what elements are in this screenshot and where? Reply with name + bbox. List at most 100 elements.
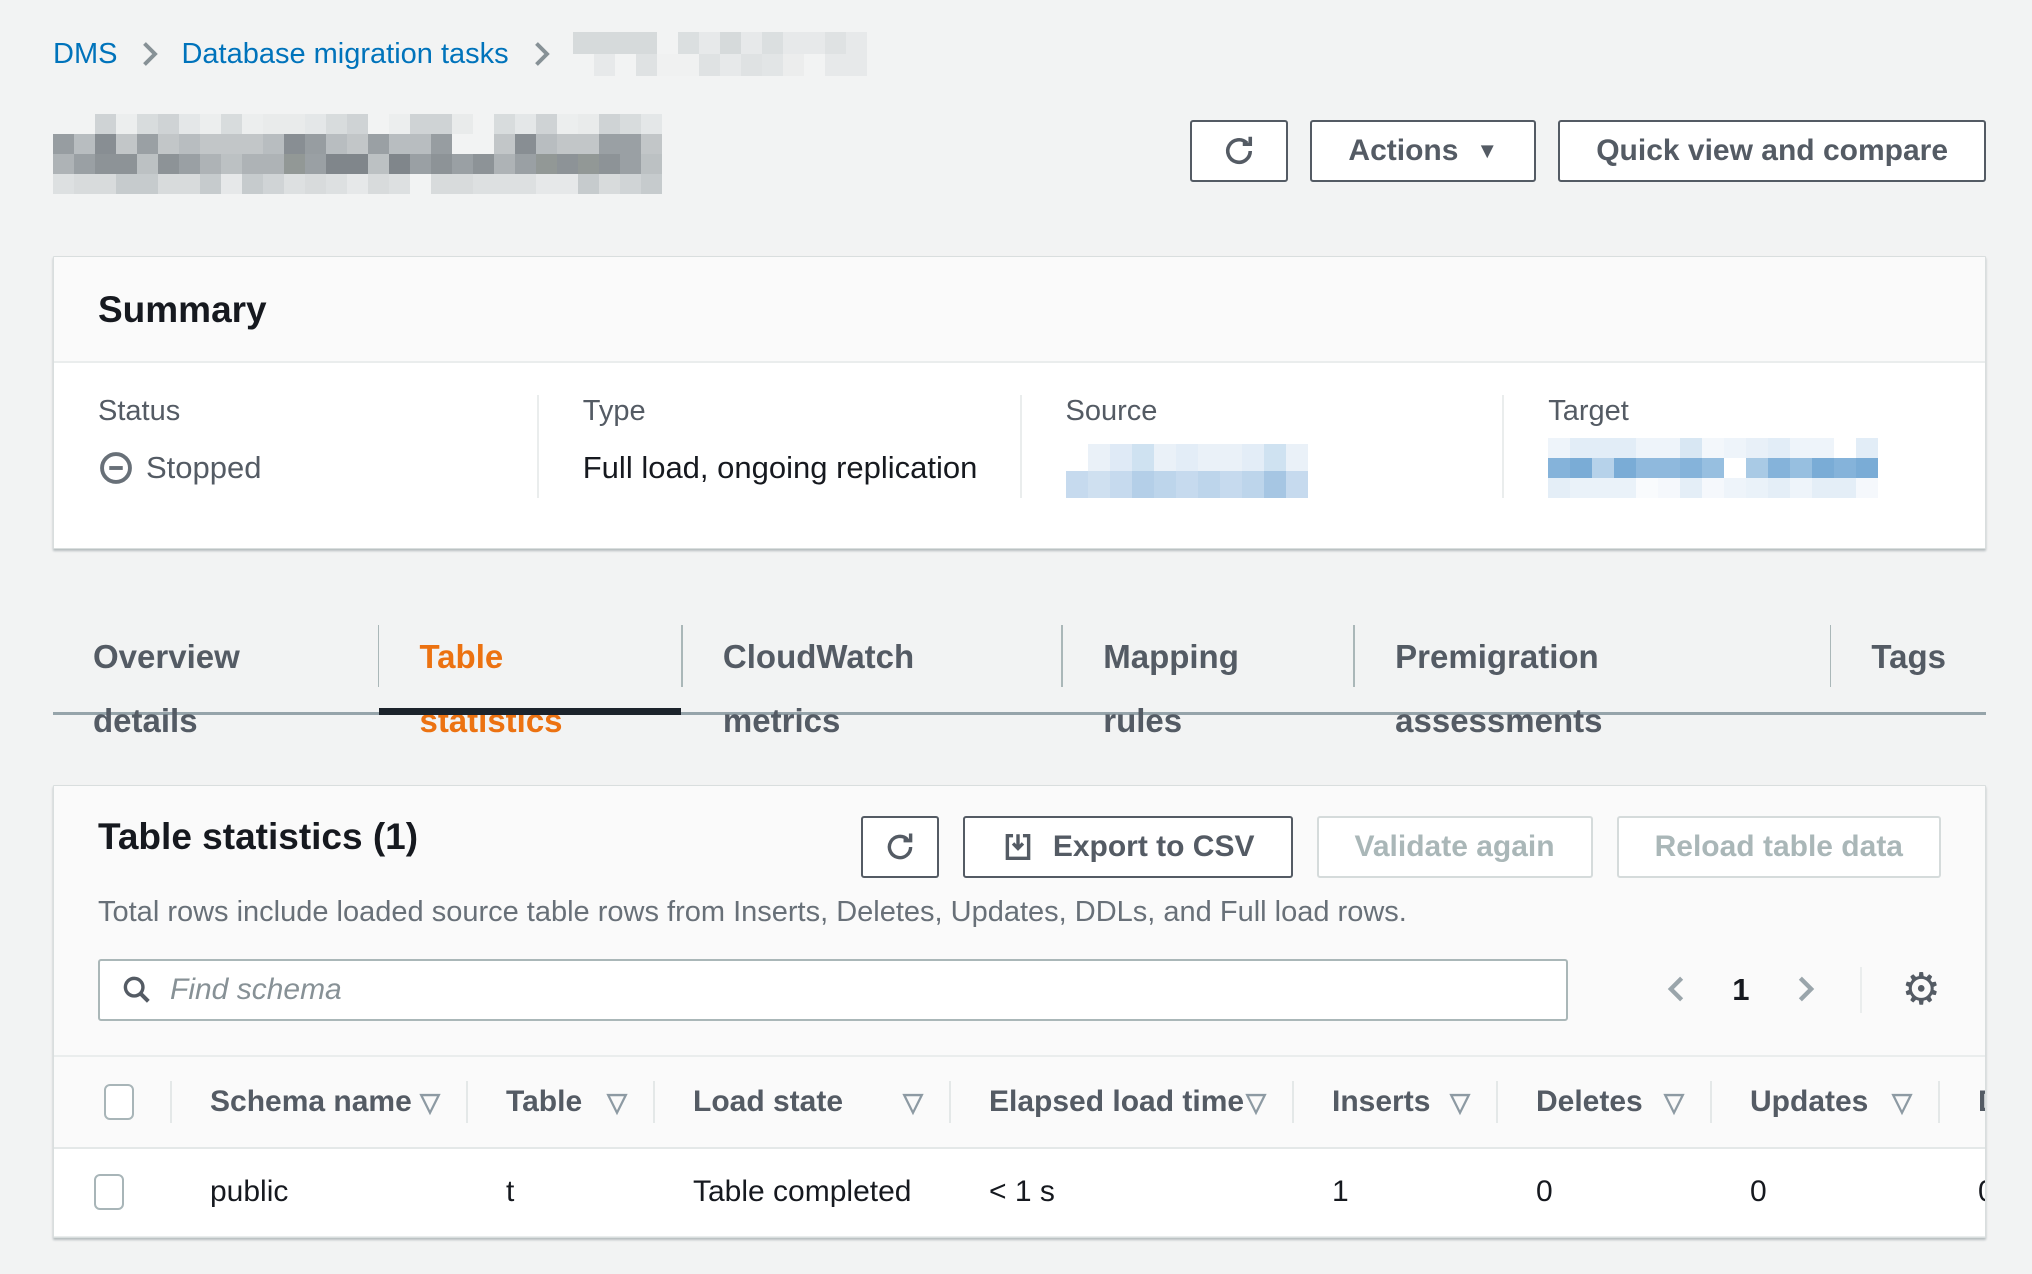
sort-icon[interactable]: ▽ [1246, 1087, 1266, 1118]
source-label: Source [1066, 395, 1503, 428]
sort-icon[interactable]: ▽ [420, 1087, 440, 1118]
summary-field-status: Status Stopped [54, 395, 537, 498]
page-header: Actions ▼ Quick view and compare [53, 106, 1986, 194]
cell-inserts: 1 [1292, 1148, 1496, 1236]
table-row: publictTable completed< 1 s1000 [54, 1148, 1986, 1236]
summary-card-header: Summary [54, 257, 1985, 363]
column-header-load-state[interactable]: Load state▽ [653, 1056, 949, 1148]
refresh-icon [883, 830, 917, 864]
sort-icon[interactable]: ▽ [1450, 1087, 1470, 1118]
header-actions: Actions ▼ Quick view and compare [1190, 120, 1986, 182]
current-page-number: 1 [1732, 972, 1749, 1008]
sort-icon[interactable]: ▽ [1892, 1087, 1912, 1118]
actions-button-label: Actions [1348, 134, 1458, 168]
quick-view-button-label: Quick view and compare [1596, 134, 1948, 168]
status-value: Stopped [98, 450, 537, 486]
tab-cloudwatch-metrics[interactable]: CloudWatch metrics [683, 625, 1061, 712]
sort-icon[interactable]: ▽ [607, 1087, 627, 1118]
column-header-updates[interactable]: Updates ▽ [1710, 1056, 1938, 1148]
quick-view-compare-button[interactable]: Quick view and compare [1558, 120, 1986, 182]
cell-deletes: 0 [1496, 1148, 1710, 1236]
tab-overview-details[interactable]: Overview details [53, 625, 378, 712]
column-header-d: D [1938, 1056, 1986, 1148]
schema-search-box [98, 959, 1568, 1021]
type-label: Type [583, 395, 1020, 428]
caret-down-icon: ▼ [1476, 140, 1498, 162]
select-all-checkbox[interactable] [104, 1084, 134, 1120]
page-title-redacted [53, 114, 662, 194]
search-icon [120, 973, 154, 1007]
tab-mapping-rules[interactable]: Mapping rules [1063, 625, 1353, 712]
chevron-right-icon [137, 39, 161, 69]
pagination-divider [1860, 967, 1862, 1013]
column-label: Schema name [210, 1085, 412, 1119]
refresh-button[interactable] [1190, 120, 1288, 182]
table-refresh-button[interactable] [861, 816, 939, 878]
summary-field-source: Source [1020, 395, 1503, 498]
column-label: Table [506, 1085, 582, 1119]
column-header-table[interactable]: Table ▽ [466, 1056, 653, 1148]
column-label: Deletes [1536, 1085, 1643, 1119]
breadcrumb-link-tasks[interactable]: Database migration tasks [181, 38, 508, 71]
gear-icon: ⚙ [1902, 965, 1941, 1014]
cell-schema-name: public [170, 1148, 466, 1236]
table-statistics-description: Total rows include loaded source table r… [98, 896, 1941, 929]
export-to-csv-button[interactable]: Export to CSV [963, 816, 1293, 878]
summary-title: Summary [98, 289, 1941, 331]
breadcrumb: DMS Database migration tasks [53, 30, 1986, 78]
table-statistics-actions: Export to CSV Validate again Reload tabl… [861, 816, 1941, 878]
export-button-label: Export to CSV [1053, 830, 1255, 864]
table-statistics-title: Table statistics (1) [98, 816, 418, 858]
target-label: Target [1548, 395, 1985, 428]
summary-field-target: Target [1502, 395, 1985, 498]
row-select-cell [54, 1148, 170, 1236]
task-detail-tabs: Overview detailsTable statisticsCloudWat… [53, 625, 1986, 715]
target-redacted-link[interactable] [1548, 438, 1878, 498]
summary-body: Status Stopped Type Full load, ongoing r… [54, 363, 1985, 548]
stopped-status-icon [98, 450, 134, 486]
cell-elapsed-load-time: < 1 s [949, 1148, 1292, 1236]
find-schema-input[interactable] [170, 973, 1546, 1007]
summary-field-type: Type Full load, ongoing replication [537, 395, 1020, 498]
source-redacted-link[interactable] [1066, 444, 1308, 498]
validate-again-button[interactable]: Validate again [1317, 816, 1593, 878]
table-statistics-table: Schema name▽Table▽Load state▽Elapsed loa… [54, 1055, 1986, 1237]
breadcrumb-link-dms[interactable]: DMS [53, 38, 117, 71]
column-header-schema-name[interactable]: Schema name ▽ [170, 1056, 466, 1148]
cell-updates: 0 [1710, 1148, 1938, 1236]
type-value: Full load, ongoing replication [583, 450, 1020, 486]
previous-page-button[interactable] [1662, 972, 1692, 1009]
column-header-deletes[interactable]: Deletes ▽ [1496, 1056, 1710, 1148]
breadcrumb-redacted-task-name [573, 32, 867, 76]
column-header-elapsed-load-time[interactable]: Elapsed load time▽ [949, 1056, 1292, 1148]
chevron-right-icon [529, 39, 553, 69]
status-label: Status [98, 395, 537, 428]
tab-premigration-assessments[interactable]: Premigration assessments [1355, 625, 1829, 712]
column-header-inserts[interactable]: Inserts ▽ [1292, 1056, 1496, 1148]
summary-card: Summary Status Stopped Type Full load, o… [53, 256, 1986, 549]
reload-button-label: Reload table data [1655, 830, 1903, 864]
tab-tags[interactable]: Tags [1831, 625, 1986, 712]
table-statistics-card: Table statistics (1) Export to CSV [53, 785, 1986, 1238]
table-statistics-header: Table statistics (1) Export to CSV [54, 816, 1985, 1021]
next-page-button[interactable] [1790, 972, 1820, 1009]
actions-button[interactable]: Actions ▼ [1310, 120, 1536, 182]
validate-button-label: Validate again [1355, 830, 1555, 864]
column-label: Updates [1750, 1085, 1868, 1119]
table-tools-row: 1 ⚙ [98, 959, 1941, 1021]
row-checkbox[interactable] [94, 1174, 124, 1210]
cell-d: 0 [1938, 1148, 1986, 1236]
column-label: Elapsed load time [989, 1085, 1244, 1119]
pagination: 1 ⚙ [1662, 967, 1941, 1013]
dms-task-page: DMS Database migration tasks Actions ▼ Q… [0, 0, 2032, 1274]
reload-table-data-button[interactable]: Reload table data [1617, 816, 1941, 878]
cell-load-state: Table completed [653, 1148, 949, 1236]
sort-icon[interactable]: ▽ [903, 1087, 923, 1118]
tab-table-statistics[interactable]: Table statistics [379, 625, 681, 712]
column-label: Inserts [1332, 1085, 1430, 1119]
chevron-left-icon [1662, 972, 1692, 1009]
chevron-right-icon [1790, 972, 1820, 1009]
table-settings-button[interactable]: ⚙ [1902, 968, 1941, 1012]
sort-icon[interactable]: ▽ [1664, 1087, 1684, 1118]
status-text: Stopped [146, 450, 262, 486]
